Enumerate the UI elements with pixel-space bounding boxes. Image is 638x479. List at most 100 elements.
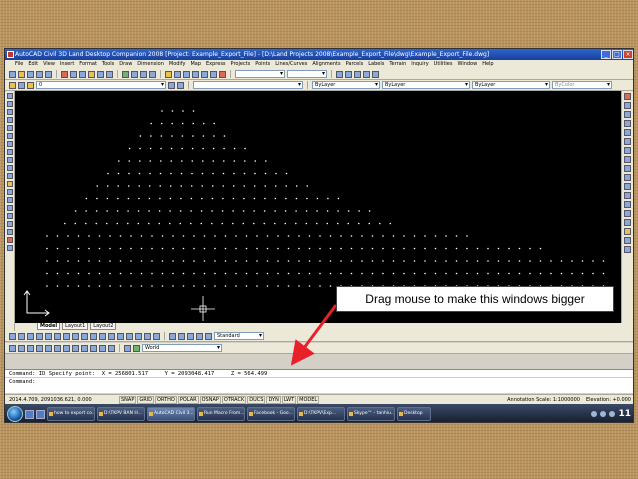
survey-point[interactable] [487, 260, 489, 262]
survey-point[interactable] [56, 260, 59, 262]
survey-point[interactable] [466, 247, 468, 250]
survey-point[interactable] [67, 260, 69, 262]
survey-point[interactable] [392, 247, 395, 250]
menu-labels[interactable]: Labels [368, 60, 384, 69]
survey-point[interactable] [139, 160, 141, 162]
survey-point[interactable] [539, 247, 542, 250]
survey-point[interactable] [139, 147, 141, 150]
survey-point[interactable] [337, 222, 339, 225]
survey-point[interactable] [192, 110, 195, 112]
survey-point[interactable] [138, 197, 140, 200]
snap-toggle[interactable]: SNAP [119, 396, 137, 404]
survey-point[interactable] [571, 272, 573, 275]
survey-point[interactable] [235, 272, 237, 275]
survey-point[interactable] [518, 272, 521, 275]
survey-point[interactable] [476, 260, 479, 262]
menu-window[interactable]: Window [457, 60, 477, 69]
survey-point[interactable] [264, 197, 266, 200]
survey-point[interactable] [67, 285, 69, 287]
rotate-icon[interactable] [624, 147, 631, 154]
survey-point[interactable] [602, 272, 605, 275]
survey-point[interactable] [67, 272, 69, 275]
survey-point[interactable] [308, 285, 311, 287]
menu-terrain[interactable]: Terrain [389, 60, 406, 69]
survey-point[interactable] [119, 260, 122, 262]
survey-point[interactable] [214, 260, 216, 262]
model-toggle[interactable]: MODEL [297, 396, 320, 404]
hatch-icon[interactable] [6, 205, 13, 211]
array-icon[interactable] [624, 129, 631, 136]
survey-point[interactable] [340, 247, 342, 250]
taskbar-item[interactable]: Run Macro From... [197, 407, 245, 421]
map-tool-icon[interactable] [354, 70, 361, 78]
diameter-icon[interactable] [63, 332, 70, 340]
help-icon[interactable] [219, 70, 226, 78]
object-tool-icon[interactable] [187, 332, 194, 340]
scale-icon[interactable] [624, 156, 631, 163]
survey-point[interactable] [592, 272, 594, 275]
survey-point[interactable] [212, 147, 215, 150]
survey-point[interactable] [379, 222, 381, 225]
survey-point[interactable] [221, 222, 224, 225]
minimize-button[interactable]: _ [601, 50, 611, 59]
center-mark-icon[interactable] [126, 332, 133, 340]
arc-icon[interactable] [6, 133, 13, 139]
survey-point[interactable] [148, 210, 150, 212]
survey-point[interactable] [212, 160, 215, 162]
dimension-edit-icon[interactable] [135, 332, 142, 340]
survey-point[interactable] [172, 285, 174, 287]
zoom-window-icon[interactable] [140, 70, 147, 78]
survey-point[interactable] [337, 197, 340, 200]
survey-point[interactable] [193, 247, 195, 250]
aligned-dimension-icon[interactable] [18, 332, 25, 340]
survey-point[interactable] [77, 260, 80, 262]
color-dropdown[interactable]: ByLayer [312, 81, 380, 89]
design-center-icon[interactable] [174, 70, 181, 78]
ellipse-icon[interactable] [6, 165, 13, 171]
survey-point[interactable] [117, 172, 120, 175]
print-icon[interactable] [36, 70, 43, 78]
text-icon[interactable] [6, 245, 13, 251]
survey-point[interactable] [148, 197, 151, 200]
survey-point[interactable] [256, 247, 258, 250]
survey-point[interactable] [151, 260, 153, 262]
zoom-realtime-icon[interactable] [131, 70, 138, 78]
menu-draw[interactable]: Draw [119, 60, 132, 69]
survey-point[interactable] [256, 260, 258, 262]
survey-point[interactable] [277, 247, 279, 250]
survey-point[interactable] [224, 260, 227, 262]
survey-point[interactable] [88, 285, 90, 287]
explode-icon[interactable] [624, 228, 631, 235]
survey-point[interactable] [266, 260, 269, 262]
command-prompt-line[interactable]: Command: [5, 378, 633, 386]
save-icon[interactable] [27, 70, 34, 78]
cut-icon[interactable] [61, 70, 68, 78]
survey-point[interactable] [298, 272, 300, 275]
survey-point[interactable] [56, 285, 59, 287]
survey-point[interactable] [358, 210, 360, 212]
survey-point[interactable] [119, 247, 122, 250]
survey-point[interactable] [109, 235, 111, 237]
survey-point[interactable] [140, 285, 143, 287]
break-icon[interactable] [624, 192, 631, 199]
survey-point[interactable] [253, 210, 255, 212]
survey-point[interactable] [285, 172, 288, 175]
survey-point[interactable] [77, 247, 80, 250]
zoom-previous-icon[interactable] [149, 70, 156, 78]
menu-parcels[interactable]: Parcels [346, 60, 364, 69]
survey-point[interactable] [169, 210, 171, 212]
table-icon[interactable] [6, 229, 13, 235]
survey-point[interactable] [350, 272, 353, 275]
survey-point[interactable] [340, 260, 342, 262]
survey-point[interactable] [118, 160, 120, 162]
survey-point[interactable] [96, 197, 98, 200]
erase-icon[interactable] [624, 93, 631, 100]
survey-point[interactable] [46, 285, 48, 287]
quick-launch-icon[interactable] [36, 409, 45, 419]
survey-point[interactable] [308, 235, 311, 237]
survey-point[interactable] [214, 272, 216, 275]
survey-point[interactable] [274, 185, 277, 187]
survey-point[interactable] [434, 247, 437, 250]
gradient-icon[interactable] [6, 213, 13, 219]
survey-point[interactable] [306, 185, 309, 187]
